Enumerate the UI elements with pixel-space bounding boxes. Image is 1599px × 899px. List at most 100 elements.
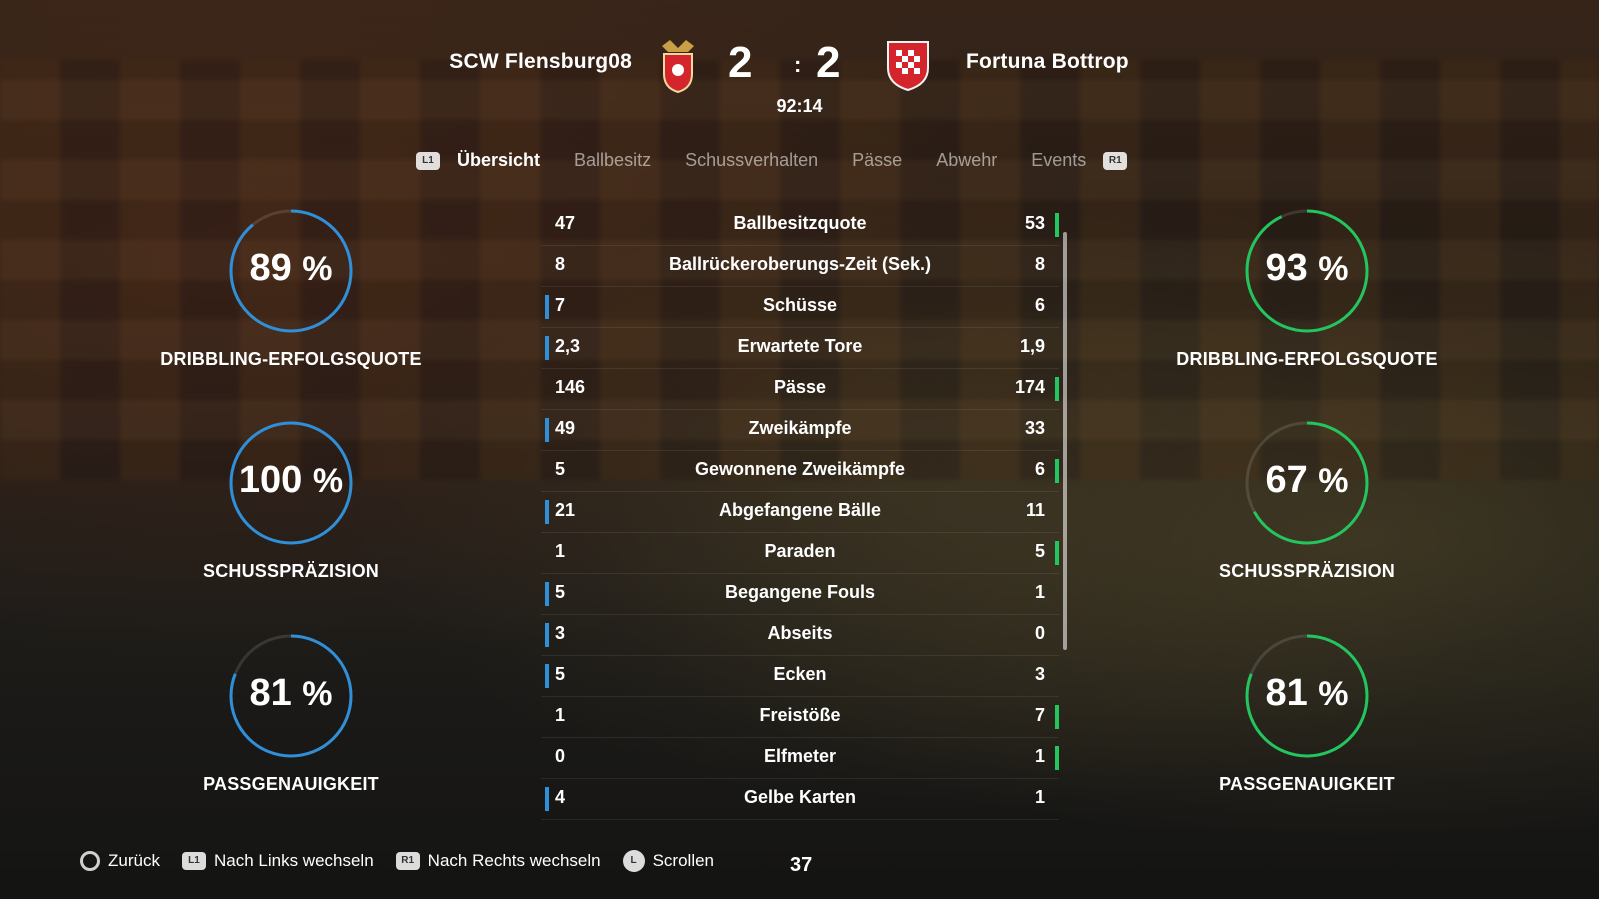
away-dribbling-ring: 93 % [1243, 207, 1371, 335]
stat-label: Elfmeter [763, 746, 837, 766]
away-shot-accuracy-stat: 67 % SCHUSSPRÄZISION [1167, 419, 1447, 582]
r1-button-icon: R1 [395, 852, 420, 870]
home-dribbling-value: 89 [249, 247, 292, 289]
away-stat-value: 6 [1034, 459, 1045, 479]
away-stat-value: 7 [1034, 705, 1045, 725]
home-pass-accuracy-label: PASSGENAUIGKEIT [203, 774, 379, 794]
home-team-name: SCW Flensburg08 [449, 50, 632, 73]
stat-label: Gewonnene Zweikämpfe [694, 459, 906, 479]
home-shot-accuracy-ring: 100 % [227, 419, 355, 547]
home-dribbling-stat: 89 % DRIBBLING-ERFOLGSQUOTE [151, 207, 431, 370]
stat-row: 49 Zweikämpfe 33 [541, 410, 1059, 451]
l1-button-icon[interactable]: L1 [416, 151, 440, 170]
away-dribbling-value: 93 [1265, 247, 1308, 289]
tab-abwehr[interactable]: Abwehr [936, 150, 997, 171]
away-stat-value: 33 [1024, 418, 1045, 438]
page-number: 37 [790, 854, 813, 876]
stat-label: Begangene Fouls [724, 582, 876, 602]
away-pass-accuracy-label: PASSGENAUIGKEIT [1219, 774, 1395, 794]
stat-label: Gelbe Karten [743, 787, 857, 807]
switch-right-label: Nach Rechts wechseln [427, 851, 601, 870]
stat-row: 47 Ballbesitzquote 53 [541, 205, 1059, 246]
away-pass-accuracy-ring: 81 % [1243, 632, 1371, 760]
stat-row: 0 Elfmeter 1 [541, 738, 1059, 779]
match-header: SCW Flensburg08 2 : 2 Fortuna Bottrop 92… [0, 0, 1599, 130]
stat-label: Ecken [773, 664, 827, 684]
away-shot-accuracy-ring: 67 % [1243, 419, 1371, 547]
switch-left-hint[interactable]: L1 Nach Links wechseln [181, 851, 374, 871]
circle-button-icon [80, 851, 100, 871]
home-pass-accuracy-value: 81 [249, 672, 292, 714]
away-dribbling-label: DRIBBLING-ERFOLGSQUOTE [1176, 349, 1438, 369]
stat-row: 1 Freistöße 7 [541, 697, 1059, 738]
stat-label: Zweikämpfe [748, 418, 852, 438]
stat-row: 5 Ecken 3 [541, 656, 1059, 697]
away-crest-icon [884, 38, 936, 94]
home-dribbling-label: DRIBBLING-ERFOLGSQUOTE [160, 349, 422, 369]
stat-label: Erwartete Tore [737, 336, 863, 356]
home-shot-accuracy-value: 100 [238, 459, 303, 501]
tab-ballbesitz[interactable]: Ballbesitz [574, 150, 651, 171]
away-team-name: Fortuna Bottrop [966, 50, 1129, 73]
stat-label: Ballbesitzquote [733, 213, 867, 233]
stat-row: 4 Gelbe Karten 1 [541, 779, 1059, 820]
stats-tabs: L1 Übersicht Ballbesitz Schussverhalten … [416, 150, 1128, 171]
stat-label: Pässe [773, 377, 827, 397]
home-shot-accuracy-stat: 100 % SCHUSSPRÄZISION [151, 419, 431, 582]
switch-left-label: Nach Links wechseln [213, 851, 374, 870]
away-stat-value: 8 [1034, 254, 1045, 274]
home-pass-accuracy-ring: 81 % [227, 632, 355, 760]
score-separator: : [794, 52, 802, 77]
match-clock: 92:14 [776, 96, 823, 116]
stat-label: Abseits [767, 623, 833, 643]
away-stat-value: 5 [1034, 541, 1045, 561]
away-stat-value: 1,9 [1019, 336, 1045, 356]
button-hints: Zurück L1 Nach Links wechseln R1 Nach Re… [80, 850, 736, 872]
away-stat-value: 53 [1024, 213, 1045, 233]
stat-row: 8 Ballrückeroberungs-Zeit (Sek.) 8 [541, 246, 1059, 287]
away-pass-accuracy-stat: 81 % PASSGENAUIGKEIT [1167, 632, 1447, 795]
stat-label: Ballrückeroberungs-Zeit (Sek.) [668, 254, 932, 274]
away-stat-value: 1 [1034, 787, 1045, 807]
tab-uebersicht[interactable]: Übersicht [457, 150, 540, 171]
stat-row: 21 Abgefangene Bälle 11 [541, 492, 1059, 533]
away-stat-value: 6 [1034, 295, 1045, 315]
stats-scrollbar[interactable] [1063, 232, 1067, 650]
away-stat-value: 3 [1034, 664, 1045, 684]
stats-table: 47 Ballbesitzquote 53 8 Ballrückeroberungs-Z… [541, 205, 1059, 820]
scroll-hint[interactable]: L Scrollen [622, 850, 715, 872]
away-stat-value: 1 [1034, 746, 1045, 766]
stat-row: 146 Pässe 174 [541, 369, 1059, 410]
stat-row: 1 Paraden 5 [541, 533, 1059, 574]
stat-label: Paraden [764, 541, 836, 561]
away-dribbling-stat: 93 % DRIBBLING-ERFOLGSQUOTE [1167, 207, 1447, 370]
r1-button-icon[interactable]: R1 [1103, 151, 1128, 170]
stat-label: Schüsse [762, 295, 838, 315]
home-score: 2 [728, 38, 753, 87]
home-shot-accuracy-label: SCHUSSPRÄZISION [202, 561, 380, 581]
away-shot-accuracy-value: 67 [1265, 459, 1308, 501]
back-label: Zurück [108, 851, 160, 870]
stat-label: Freistöße [759, 705, 841, 725]
away-stat-value: 0 [1034, 623, 1045, 643]
stat-row: 2,3 Erwartete Tore 1,9 [541, 328, 1059, 369]
tab-schussverhalten[interactable]: Schussverhalten [685, 150, 818, 171]
stat-row: 3 Abseits 0 [541, 615, 1059, 656]
home-dribbling-ring: 89 % [227, 207, 355, 335]
left-stick-icon: L [622, 850, 645, 872]
away-stat-value: 1 [1034, 582, 1045, 602]
scroll-label: Scrollen [652, 851, 715, 870]
tab-paesse[interactable]: Pässe [852, 150, 902, 171]
tab-events[interactable]: Events [1031, 150, 1086, 171]
home-pass-accuracy-stat: 81 % PASSGENAUIGKEIT [151, 632, 431, 795]
back-hint[interactable]: Zurück [80, 851, 160, 871]
stat-label: Abgefangene Bälle [718, 500, 882, 520]
home-crest-icon [658, 38, 710, 94]
stat-row: 5 Gewonnene Zweikämpfe 6 [541, 451, 1059, 492]
stat-row: 5 Begangene Fouls 1 [541, 574, 1059, 615]
away-score: 2 [816, 38, 841, 87]
away-pass-accuracy-value: 81 [1265, 672, 1308, 714]
switch-right-hint[interactable]: R1 Nach Rechts wechseln [395, 851, 601, 871]
l1-button-icon: L1 [181, 852, 206, 870]
away-shot-accuracy-label: SCHUSSPRÄZISION [1218, 561, 1396, 581]
